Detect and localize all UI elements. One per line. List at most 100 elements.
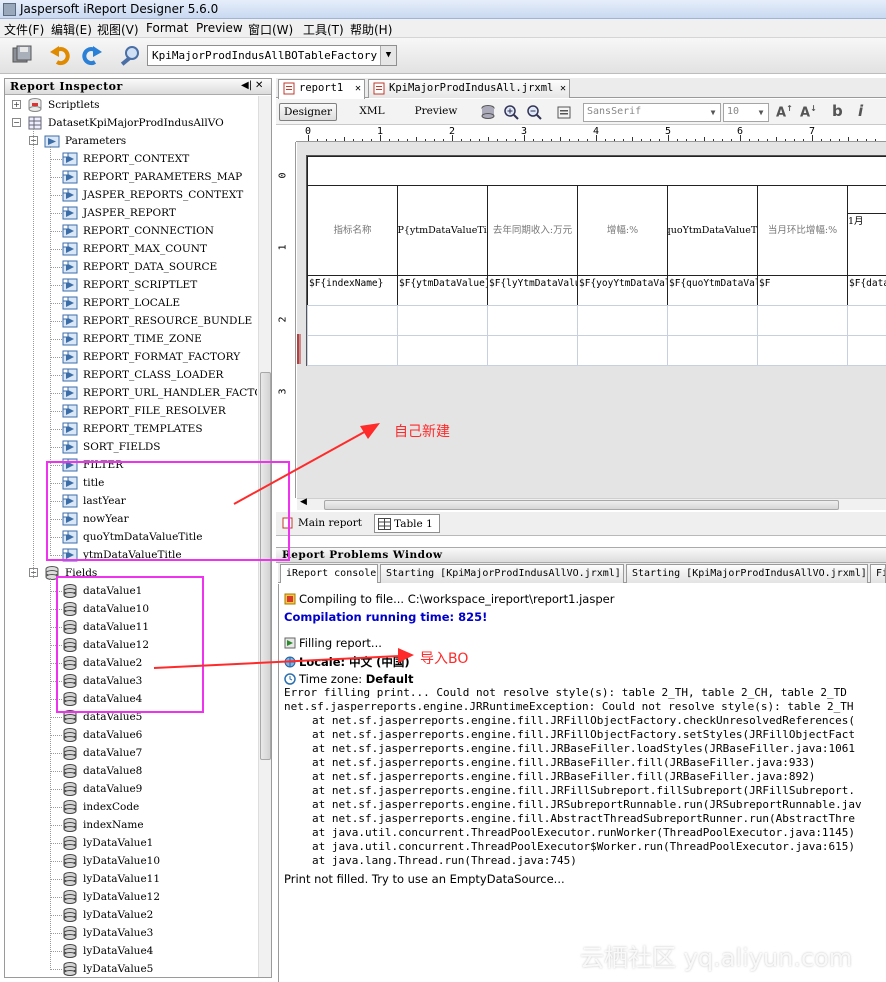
parameter-icon bbox=[62, 367, 78, 383]
xml-mode-button[interactable]: XML bbox=[352, 103, 392, 121]
table-empty-cell[interactable] bbox=[307, 335, 398, 366]
design-canvas[interactable]: 指标名称 $P{ytmDataValueTitl 去年同期收入:万元 增幅:% $P{q… bbox=[297, 142, 886, 498]
menu-edit[interactable]: 编辑(E) bbox=[51, 21, 92, 38]
table-empty-cell[interactable] bbox=[757, 335, 848, 366]
preview-mode-button[interactable]: Preview bbox=[406, 103, 466, 121]
parameter-icon bbox=[62, 313, 78, 329]
table-detail-cell[interactable]: $F{yoyYtmDataValue bbox=[577, 275, 668, 306]
ruler-tick bbox=[812, 135, 813, 141]
tree-connector bbox=[50, 159, 62, 160]
tree-connector bbox=[50, 735, 62, 736]
table-detail-cell[interactable]: $F{dataV bbox=[847, 275, 886, 306]
table-header-cell[interactable]: $P{ytmDataValueTitl bbox=[397, 185, 488, 276]
font-size-select[interactable]: 10 ▼ bbox=[723, 103, 769, 122]
properties-icon[interactable] bbox=[556, 104, 572, 120]
italic-icon[interactable]: i bbox=[858, 102, 863, 120]
menu-preview[interactable]: Preview bbox=[196, 21, 243, 35]
table-detail-cell[interactable]: $F{quoYtmDataValue} bbox=[667, 275, 758, 306]
tab-report1[interactable]: report1 ✕ bbox=[278, 79, 365, 99]
canvas-horizontal-scrollbar[interactable]: ◀ bbox=[297, 497, 886, 510]
app-icon bbox=[3, 3, 16, 16]
stack-trace-line: at java.util.concurrent.ThreadPoolExecut… bbox=[312, 840, 856, 853]
tab-starting-1[interactable]: Starting [KpiMajorProdIndusAllVO.jrxml] bbox=[380, 564, 624, 583]
inspector-title: Report Inspector bbox=[10, 80, 123, 93]
collapse-icon[interactable]: − bbox=[12, 118, 21, 127]
menu-view[interactable]: 视图(V) bbox=[97, 21, 139, 38]
table-header-cell[interactable]: 当月环比增幅:% bbox=[757, 185, 848, 276]
tab-ireport-console[interactable]: iReport console bbox=[280, 564, 378, 583]
tree-connector bbox=[50, 411, 62, 412]
tab-starting-2[interactable]: Starting [KpiMajorProdIndusAllVO.jrxml] bbox=[626, 564, 868, 583]
scroll-thumb[interactable] bbox=[260, 372, 271, 760]
database-icon[interactable] bbox=[480, 104, 496, 120]
redo-button[interactable] bbox=[79, 43, 103, 67]
table-empty-cell[interactable] bbox=[577, 305, 668, 336]
increase-font-icon[interactable]: A↑ bbox=[776, 104, 793, 120]
table-empty-cell[interactable] bbox=[487, 335, 578, 366]
menu-format[interactable]: Format bbox=[146, 21, 188, 35]
table-empty-cell[interactable] bbox=[397, 305, 488, 336]
datasource-select[interactable]: KpiMajorProdIndusAllBOTableFactory ▼ bbox=[147, 45, 397, 66]
expand-icon[interactable]: + bbox=[12, 100, 21, 109]
datasource-button[interactable] bbox=[118, 43, 142, 67]
table-header-cell[interactable]: 增幅:% bbox=[577, 185, 668, 276]
table-empty-cell[interactable] bbox=[577, 335, 668, 366]
zoom-out-icon[interactable] bbox=[526, 104, 542, 120]
tab-table-1[interactable]: Table 1 bbox=[374, 514, 440, 533]
menu-help[interactable]: 帮助(H) bbox=[350, 21, 392, 38]
header-text: 去年同期收入:万元 bbox=[492, 224, 573, 236]
table-empty-cell[interactable] bbox=[847, 305, 886, 336]
tab-fi[interactable]: Fi bbox=[870, 564, 886, 583]
font-family-select[interactable]: SansSerif ▼ bbox=[583, 103, 721, 122]
designer-mode-button[interactable]: Designer bbox=[279, 103, 337, 121]
ruler-tick bbox=[533, 139, 534, 141]
title-band[interactable] bbox=[307, 156, 886, 186]
scroll-left-icon[interactable]: ◀ bbox=[300, 497, 307, 507]
tab-main-report[interactable]: Main report bbox=[279, 514, 369, 533]
tree-connector bbox=[50, 231, 62, 232]
table-empty-cell[interactable] bbox=[757, 305, 848, 336]
table-header-cell[interactable]: 1月 bbox=[847, 185, 886, 276]
scroll-thumb[interactable] bbox=[324, 500, 839, 510]
table-detail-cell[interactable]: $F{indexName} bbox=[307, 275, 398, 306]
ruler-tick bbox=[722, 139, 723, 141]
band-marker bbox=[297, 334, 301, 364]
table-header-cell[interactable]: 指标名称 bbox=[307, 185, 398, 276]
close-icon[interactable]: ✕ bbox=[355, 80, 361, 97]
report-page[interactable]: 指标名称 $P{ytmDataValueTitl 去年同期收入:万元 增幅:% $P{q… bbox=[306, 155, 886, 366]
table-header-cell[interactable]: 去年同期收入:万元 bbox=[487, 185, 578, 276]
close-icon[interactable]: ✕ bbox=[560, 80, 566, 97]
tree-connector bbox=[50, 195, 62, 196]
table-empty-cell[interactable] bbox=[847, 335, 886, 366]
undo-button[interactable] bbox=[49, 43, 73, 67]
table-empty-cell[interactable] bbox=[397, 335, 488, 366]
table-empty-cell[interactable] bbox=[487, 305, 578, 336]
field-expression: $F{dataV bbox=[849, 278, 886, 289]
table-empty-cell[interactable] bbox=[667, 305, 758, 336]
menu-file[interactable]: 文件(F) bbox=[4, 21, 44, 38]
table-empty-cell[interactable] bbox=[307, 305, 398, 336]
tab-kpi-jrxml[interactable]: KpiMajorProdIndusAll.jrxml ✕ bbox=[368, 79, 570, 98]
tree-guide bbox=[50, 578, 51, 970]
header-text: 指标名称 bbox=[333, 224, 372, 236]
minimize-panel-button[interactable]: ◀| bbox=[241, 80, 252, 91]
table-header-cell[interactable]: $P{quoYtmDataValueTitle} bbox=[667, 185, 758, 276]
table-detail-cell[interactable]: $F{lyYtmDataValue} bbox=[487, 275, 578, 306]
decrease-font-icon[interactable]: A↓ bbox=[800, 104, 817, 120]
menu-tools[interactable]: 工具(T) bbox=[303, 21, 344, 38]
parameter-icon bbox=[62, 223, 78, 239]
ruler-tick bbox=[767, 139, 768, 141]
table-detail-cell[interactable]: $F bbox=[757, 275, 848, 306]
zoom-in-icon[interactable] bbox=[503, 104, 519, 120]
tree-node-label: lyDataValue11 bbox=[83, 873, 161, 885]
ruler-tick bbox=[542, 139, 543, 141]
menu-window[interactable]: 窗口(W) bbox=[248, 21, 293, 38]
field-icon bbox=[62, 835, 78, 851]
table-empty-cell[interactable] bbox=[667, 335, 758, 366]
save-all-button[interactable] bbox=[10, 43, 34, 67]
table-detail-cell[interactable]: $F{ytmDataValue} bbox=[397, 275, 488, 306]
chevron-down-icon: ▼ bbox=[380, 46, 396, 65]
bold-icon[interactable]: b bbox=[832, 102, 843, 120]
tree-node-label: REPORT_TEMPLATES bbox=[83, 423, 203, 435]
close-panel-button[interactable]: ✕ bbox=[255, 80, 263, 91]
